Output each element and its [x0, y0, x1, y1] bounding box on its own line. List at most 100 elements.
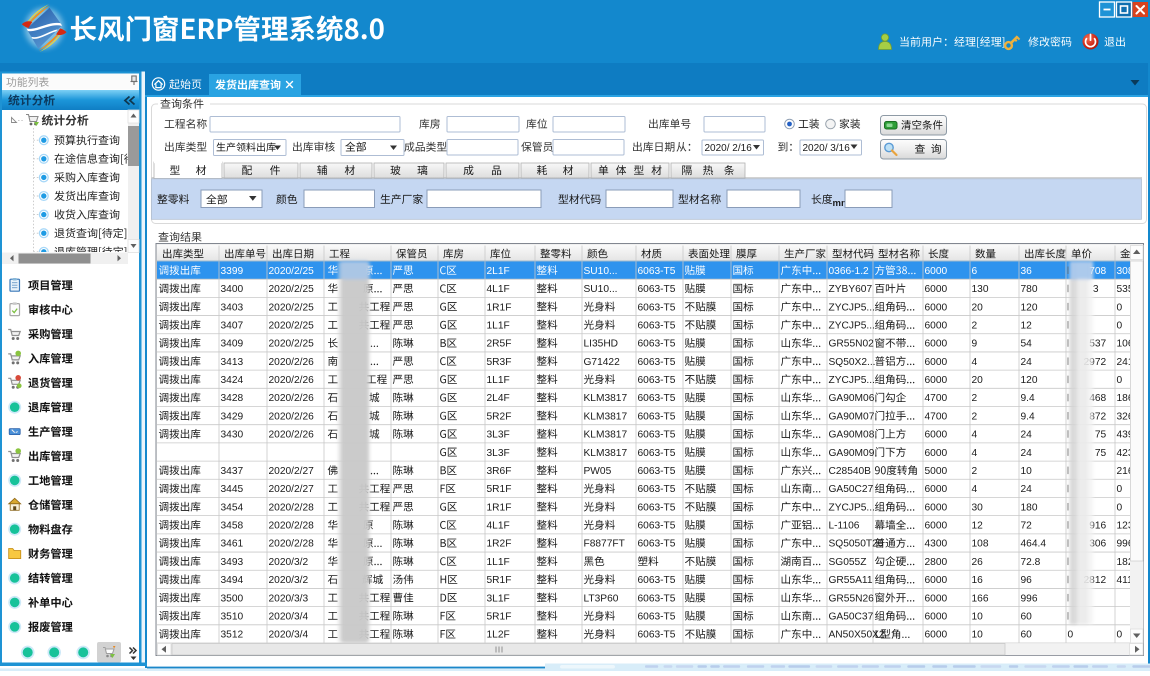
svg-text:0: 0	[1117, 375, 1123, 386]
svg-text:10: 10	[1021, 466, 1033, 477]
svg-text:1L1F: 1L1F	[487, 320, 510, 331]
svg-text:GR55N26: GR55N26	[829, 593, 875, 604]
svg-text:72.8: 72.8	[1021, 557, 1041, 568]
svg-text:9.4: 9.4	[1021, 393, 1035, 404]
svg-text:3458: 3458	[221, 521, 244, 532]
svg-text:KLM3817: KLM3817	[584, 411, 628, 422]
svg-text:G71422: G71422	[584, 357, 621, 368]
svg-text:3437: 3437	[221, 466, 244, 477]
svg-text:SQ50X2...: SQ50X2...	[829, 357, 876, 368]
svg-text:2020/2/25: 2020/2/25	[269, 320, 315, 331]
svg-text:F8877FT: F8877FT	[584, 539, 625, 550]
svg-text:24: 24	[1021, 448, 1033, 459]
svg-text:6000: 6000	[925, 430, 948, 441]
svg-text:ZYCJP5...: ZYCJP5...	[829, 502, 875, 513]
svg-text:3399: 3399	[221, 266, 244, 277]
svg-text:GA50C27: GA50C27	[829, 484, 874, 495]
svg-text:L-1106: L-1106	[829, 521, 860, 532]
svg-text:6063-T5: 6063-T5	[638, 539, 676, 550]
svg-text:6000: 6000	[925, 357, 948, 368]
svg-text:2020/2/25: 2020/2/25	[269, 266, 315, 277]
svg-text:2020/2/28: 2020/2/28	[269, 539, 315, 550]
svg-text:75: 75	[1095, 430, 1107, 441]
svg-text:2R5F: 2R5F	[487, 339, 512, 350]
svg-text:120: 120	[1021, 375, 1038, 386]
svg-text:30: 30	[972, 502, 984, 513]
svg-text:24: 24	[1021, 430, 1033, 441]
svg-text:3493: 3493	[221, 557, 244, 568]
svg-text:6063-T5: 6063-T5	[638, 302, 676, 313]
svg-text:2020/2/25: 2020/2/25	[269, 339, 315, 350]
svg-text:2020/3/3: 2020/3/3	[269, 593, 309, 604]
svg-text:6000: 6000	[925, 375, 948, 386]
svg-text:3L3F: 3L3F	[487, 430, 510, 441]
svg-text:6063-T5: 6063-T5	[638, 521, 676, 532]
svg-text:72: 72	[1021, 521, 1033, 532]
svg-text:2020/2/28: 2020/2/28	[269, 502, 315, 513]
svg-text:6: 6	[972, 266, 978, 277]
svg-text:6000: 6000	[925, 339, 948, 350]
svg-text:1R1F: 1R1F	[487, 302, 512, 313]
svg-text:6063-T5: 6063-T5	[638, 411, 676, 422]
svg-text:2L1F: 2L1F	[487, 266, 510, 277]
svg-text:3400: 3400	[221, 284, 244, 295]
svg-text:996: 996	[1021, 593, 1038, 604]
svg-text:6000: 6000	[925, 448, 948, 459]
svg-text:108: 108	[972, 539, 989, 550]
svg-text:3424: 3424	[221, 375, 244, 386]
svg-text:2020/3/2: 2020/3/2	[269, 557, 309, 568]
svg-text:ZYCJP5...: ZYCJP5...	[829, 375, 875, 386]
svg-text:GA90M09.: GA90M09.	[829, 448, 878, 459]
svg-text:2020/2/25: 2020/2/25	[269, 284, 315, 295]
svg-text:2020/3/4: 2020/3/4	[269, 630, 309, 641]
svg-text:4: 4	[972, 357, 978, 368]
svg-text:6063-T5: 6063-T5	[638, 612, 676, 623]
svg-text:16: 16	[972, 575, 984, 586]
svg-text:6063-T5: 6063-T5	[638, 575, 676, 586]
svg-text:26: 26	[972, 557, 984, 568]
svg-text:10: 10	[972, 630, 984, 641]
svg-text:4700: 4700	[925, 393, 948, 404]
svg-text:60: 60	[1021, 630, 1033, 641]
svg-text:GR55A11: GR55A11	[829, 575, 873, 586]
svg-text:6063-T5: 6063-T5	[638, 357, 676, 368]
svg-text:96: 96	[1021, 575, 1033, 586]
svg-text:9.4: 9.4	[1021, 411, 1035, 422]
svg-text:9: 9	[972, 339, 978, 350]
svg-text:2020/2/26: 2020/2/26	[269, 375, 315, 386]
svg-text:6063-T5: 6063-T5	[638, 320, 676, 331]
svg-text:6000: 6000	[925, 593, 948, 604]
svg-text:10: 10	[972, 612, 984, 623]
svg-text:0: 0	[1117, 302, 1123, 313]
svg-text:1R1F: 1R1F	[487, 502, 512, 513]
svg-text:SU10...: SU10...	[584, 266, 618, 277]
svg-text:54: 54	[1021, 339, 1033, 350]
svg-text:1L1F: 1L1F	[487, 557, 510, 568]
svg-text:3403: 3403	[221, 302, 244, 313]
svg-text:2020/2/26: 2020/2/26	[269, 411, 315, 422]
svg-text:6063-T5: 6063-T5	[638, 593, 676, 604]
svg-text:0: 0	[1117, 630, 1123, 641]
svg-text:3500: 3500	[221, 593, 244, 604]
svg-text:12: 12	[972, 521, 984, 532]
svg-text:6000: 6000	[925, 320, 948, 331]
svg-text:130: 130	[972, 284, 989, 295]
svg-text:3428: 3428	[221, 393, 244, 404]
svg-text:KLM3817: KLM3817	[584, 393, 628, 404]
svg-text:3L1F: 3L1F	[487, 593, 510, 604]
svg-text:3430: 3430	[221, 430, 244, 441]
svg-text:6000: 6000	[925, 612, 948, 623]
svg-text:2020/ 3/16: 2020/ 3/16	[803, 143, 851, 154]
svg-text:ZYCJP5...: ZYCJP5...	[829, 302, 875, 313]
svg-text:1L2F: 1L2F	[487, 630, 510, 641]
svg-text:2020/2/27: 2020/2/27	[269, 466, 315, 477]
svg-text:6063-T5: 6063-T5	[638, 375, 676, 386]
svg-text:1L1F: 1L1F	[487, 375, 510, 386]
svg-text:6000: 6000	[925, 521, 948, 532]
svg-text:SU10...: SU10...	[584, 284, 618, 295]
svg-text:3413: 3413	[221, 357, 244, 368]
svg-text:75: 75	[1095, 448, 1107, 459]
svg-text:6063-T5: 6063-T5	[638, 284, 676, 295]
svg-text:6063-T5: 6063-T5	[638, 630, 676, 641]
svg-text:6063-T5: 6063-T5	[638, 448, 676, 459]
